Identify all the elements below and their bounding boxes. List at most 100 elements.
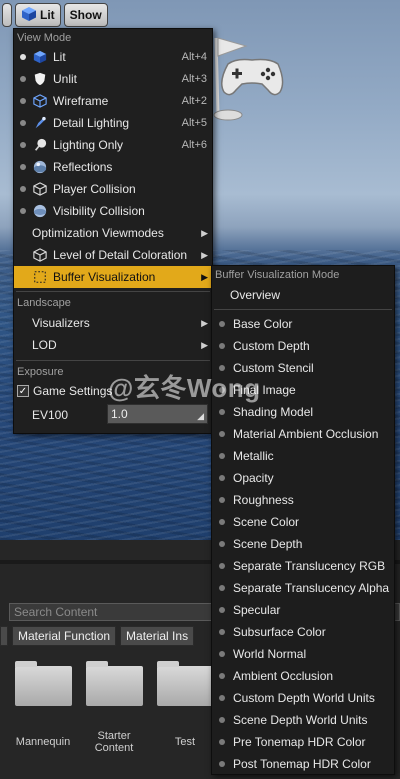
menu-item-label: Custom Stencil [233,361,314,375]
show-label: Show [69,8,102,22]
submenu-arrow-icon: ▶ [201,249,208,260]
buffer-mode-item[interactable]: Opacity [212,467,394,489]
buffer-mode-item[interactable]: Separate Translucency RGB [212,555,394,577]
menu-item-label: Roughness [233,493,294,507]
ev100-slider-input[interactable]: 1.0 ◢ [107,404,208,424]
buffer-visualization-header: Buffer Visualization Mode [215,269,340,281]
folder-icon [85,661,143,706]
menu-item-visibility-collision[interactable]: Visibility Collision [14,200,212,222]
menu-item-lod[interactable]: LOD ▶ [14,334,212,356]
game-settings-checkbox[interactable]: ✓ [17,385,29,397]
asset-name: Test [174,736,196,748]
menu-item-label: Final Image [233,383,296,397]
buffer-mode-item[interactable]: Custom Depth World Units [212,687,394,709]
menu-divider [16,291,210,292]
menu-item-label: Visibility Collision [53,204,145,218]
shortcut-label: Alt+4 [181,51,207,63]
radio-bullet-icon [20,54,26,60]
asset-tile[interactable]: Test [150,660,220,748]
buffer-mode-item[interactable]: Metallic [212,445,394,467]
menu-item-wireframe[interactable]: Wireframe Alt+2 [14,90,212,112]
menu-item-label: Player Collision [53,182,136,196]
buffer-mode-item[interactable]: Post Tonemap HDR Color [212,753,394,775]
menu-item-label: Scene Color [233,515,300,529]
buffer-mode-item[interactable]: Pre Tonemap HDR Color [212,731,394,753]
radio-bullet-icon [219,321,225,327]
unlit-shield-icon [32,71,48,87]
menu-item-label: Visualizers [32,316,90,330]
viewport-options-button[interactable] [2,3,12,27]
radio-bullet-icon [219,497,225,503]
menu-item-lit[interactable]: Lit Alt+4 [14,46,212,68]
buffer-mode-item[interactable]: Material Ambient Occlusion [212,423,394,445]
filter-chip[interactable]: Material Function [12,626,117,646]
buffer-visualization-menu: Buffer Visualization Mode Overview Base … [211,265,395,775]
menu-item-label: Custom Depth World Units [233,691,375,705]
game-settings-checkbox-row[interactable]: ✓ Game Settings [14,380,212,402]
menu-item-reflections[interactable]: Reflections [14,156,212,178]
buffer-mode-item[interactable]: Separate Translucency Alpha [212,577,394,599]
radio-bullet-icon [20,120,26,126]
menu-item-label: World Normal [233,647,307,661]
menu-item-label: Opacity [233,471,274,485]
buffer-mode-item[interactable]: Ambient Occlusion [212,665,394,687]
buffer-mode-item[interactable]: Custom Stencil [212,357,394,379]
filter-chip[interactable]: Material Ins [120,626,195,646]
buffer-mode-item[interactable]: Specular [212,599,394,621]
game-settings-label: Game Settings [33,384,113,398]
player-start-gamepad-icon[interactable] [212,32,290,127]
radio-bullet-icon [219,563,225,569]
menu-item-label: Shading Model [233,405,314,419]
folder-icon [156,661,214,706]
menu-item-label: LOD [32,338,57,352]
menu-item-optimization-viewmodes[interactable]: Optimization Viewmodes ▶ [14,222,212,244]
buffer-visualization-icon [32,269,48,285]
resize-corner-icon: ◢ [197,411,204,421]
menu-item-label: Overview [230,288,281,302]
view-mode-header: View Mode [17,32,72,44]
menu-item-lighting-only[interactable]: Lighting Only Alt+6 [14,134,212,156]
view-mode-button[interactable]: Lit [15,3,61,27]
shortcut-label: Alt+2 [181,95,207,107]
radio-bullet-icon [219,739,225,745]
detail-lighting-icon [32,115,48,131]
radio-bullet-icon [20,186,26,192]
show-button[interactable]: Show [63,3,108,27]
menu-item-label: Ambient Occlusion [233,669,334,683]
buffer-mode-item[interactable]: Shading Model [212,401,394,423]
buffer-mode-item[interactable]: Scene Depth [212,533,394,555]
landscape-header: Landscape [17,297,71,309]
menu-divider [214,309,392,310]
menu-item-detail-lighting[interactable]: Detail Lighting Alt+5 [14,112,212,134]
lod-cube-icon [32,247,48,263]
menu-item-visualizers[interactable]: Visualizers ▶ [14,312,212,334]
buffer-mode-item[interactable]: Subsurface Color [212,621,394,643]
radio-bullet-icon [219,541,225,547]
buffer-mode-item[interactable]: Scene Depth World Units [212,709,394,731]
menu-item-label: Wireframe [53,94,109,108]
buffer-mode-item[interactable]: Roughness [212,489,394,511]
menu-item-label: Specular [233,603,281,617]
folder-icon [14,661,72,706]
menu-item-player-collision[interactable]: Player Collision [14,178,212,200]
menu-item-overview[interactable]: Overview [212,284,394,306]
filter-chip-partial[interactable] [0,626,8,646]
buffer-mode-item[interactable]: Base Color [212,313,394,335]
menu-item-lod-coloration[interactable]: Level of Detail Coloration ▶ [14,244,212,266]
radio-bullet-icon [219,365,225,371]
wireframe-cube-icon [32,93,48,109]
radio-bullet-icon [219,409,225,415]
search-placeholder: Search Content [14,605,98,619]
asset-tile[interactable]: Starter Content [79,660,149,754]
menu-item-unlit[interactable]: Unlit Alt+3 [14,68,212,90]
buffer-mode-item[interactable]: Custom Depth [212,335,394,357]
buffer-mode-item[interactable]: Scene Color [212,511,394,533]
radio-bullet-icon [219,475,225,481]
viewport-toolbar: Lit Show [2,3,108,27]
menu-item-buffer-visualization[interactable]: Buffer Visualization ▶ [14,266,212,288]
buffer-mode-item[interactable]: World Normal [212,643,394,665]
shortcut-label: Alt+5 [181,117,207,129]
submenu-arrow-icon: ▶ [201,317,208,328]
buffer-mode-item[interactable]: Final Image [212,379,394,401]
asset-tile[interactable]: Mannequin [8,660,78,748]
